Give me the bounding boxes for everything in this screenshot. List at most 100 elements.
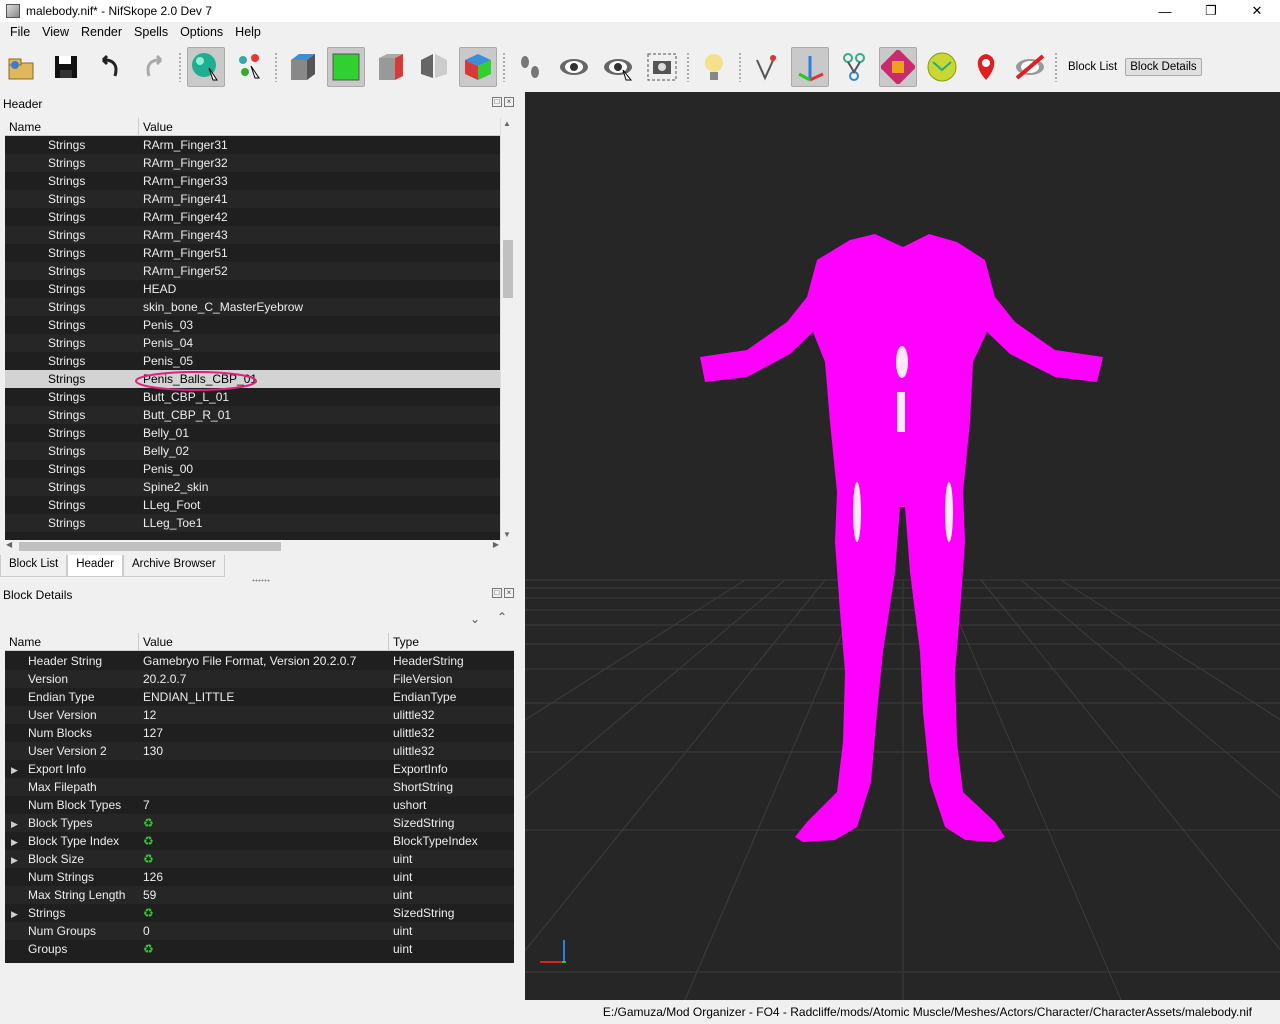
redo-icon[interactable] (135, 47, 173, 87)
details-row-value[interactable]: 126 (139, 868, 389, 886)
header-row-value[interactable]: LLeg_Foot (139, 496, 500, 514)
header-row[interactable]: Strings Butt_CBP_R_01 (5, 406, 500, 424)
expand-arrow-icon[interactable]: ▶ (11, 761, 21, 778)
header-row-value[interactable]: RArm_Finger43 (139, 226, 500, 244)
walk-mode-icon[interactable] (511, 47, 549, 87)
col-type[interactable]: Type (389, 633, 514, 650)
load-icon[interactable] (3, 47, 41, 87)
expand-arrow-icon[interactable]: ▶ (11, 833, 21, 850)
header-row[interactable]: Strings RArm_Finger51 (5, 244, 500, 262)
header-hscroll-thumb[interactable] (19, 542, 281, 551)
details-row-value[interactable]: 59 (139, 886, 389, 904)
details-row[interactable]: Max String Length 59 uint (5, 886, 514, 904)
header-row[interactable]: Strings HEAD (5, 280, 500, 298)
details-row-value[interactable]: 127 (139, 724, 389, 742)
float-icon[interactable]: □ (492, 97, 502, 107)
close-button[interactable]: ✕ (1234, 0, 1280, 22)
header-row-value[interactable]: RArm_Finger42 (139, 208, 500, 226)
view-user-icon[interactable] (415, 47, 453, 87)
array-refresh-icon[interactable]: ♻ (143, 816, 154, 830)
details-row[interactable]: Num Groups 0 uint (5, 922, 514, 940)
expand-arrow-icon[interactable]: ▶ (11, 905, 21, 922)
header-row[interactable]: Strings RArm_Finger52 (5, 262, 500, 280)
skeleton-icon[interactable] (835, 47, 873, 87)
show-nodes-icon[interactable] (599, 47, 637, 87)
header-row-value[interactable]: RArm_Finger52 (139, 262, 500, 280)
markers-icon[interactable] (967, 47, 1005, 87)
col-name-2[interactable]: Name (5, 633, 139, 650)
header-row[interactable]: Strings LLeg_Foot (5, 496, 500, 514)
header-row-value[interactable]: RArm_Finger33 (139, 172, 500, 190)
array-refresh-icon[interactable]: ♻ (143, 906, 154, 920)
header-row-value[interactable]: RArm_Finger31 (139, 136, 500, 154)
col-value[interactable]: Value (139, 118, 500, 135)
save-icon[interactable] (47, 47, 85, 87)
details-row-value[interactable]: ♻ (139, 832, 389, 850)
scroll-up-icon[interactable]: ▲ (503, 119, 511, 128)
scroll-down-icon[interactable]: ▼ (503, 530, 511, 539)
header-vscrollbar[interactable]: ▲ ▼ (500, 118, 514, 540)
header-row-value[interactable]: HEAD (139, 280, 500, 298)
expand-arrow-icon[interactable]: ▶ (11, 815, 21, 832)
header-row[interactable]: Strings Belly_01 (5, 424, 500, 442)
header-row[interactable]: Strings Penis_05 (5, 352, 500, 370)
minimize-button[interactable]: — (1142, 0, 1188, 22)
header-row[interactable]: Strings Penis_03 (5, 316, 500, 334)
details-row-value[interactable]: ENDIAN_LITTLE (139, 688, 389, 706)
lighting-icon[interactable] (695, 47, 733, 87)
vertex-colors-icon[interactable] (923, 47, 961, 87)
details-row[interactable]: ▶ Block Types ♻ SizedString (5, 814, 514, 832)
view-top-icon[interactable] (283, 47, 321, 87)
details-row[interactable]: Max Filepath ShortString (5, 778, 514, 796)
details-row-value[interactable]: ♻ (139, 940, 389, 958)
header-row[interactable]: Strings RArm_Finger43 (5, 226, 500, 244)
details-row[interactable]: ▶ Strings ♻ SizedString (5, 904, 514, 922)
details-row-value[interactable]: ♻ (139, 814, 389, 832)
expand-all-icon[interactable]: ⌃ (497, 610, 507, 624)
close-icon[interactable]: × (504, 97, 514, 107)
select-object-icon[interactable] (187, 47, 225, 87)
details-row[interactable]: Groups ♻ uint (5, 940, 514, 958)
details-row-value[interactable] (139, 778, 389, 796)
flip-icon[interactable] (747, 47, 785, 87)
col-name[interactable]: Name (5, 118, 139, 135)
header-row[interactable]: Strings RArm_Finger42 (5, 208, 500, 226)
header-row[interactable]: Strings Belly_02 (5, 442, 500, 460)
array-refresh-icon[interactable]: ♻ (143, 834, 154, 848)
menu-options[interactable]: Options (174, 25, 229, 39)
hide-icon[interactable] (1011, 47, 1049, 87)
block-list-toggle[interactable]: Block List (1064, 59, 1121, 75)
header-row[interactable]: Strings RArm_Finger32 (5, 154, 500, 172)
menu-view[interactable]: View (36, 25, 75, 39)
tab-header[interactable]: Header (67, 555, 123, 577)
header-row-value[interactable]: skin_bone_C_MasterEyebrow (139, 298, 500, 316)
view-front-icon[interactable] (327, 47, 365, 87)
array-refresh-icon[interactable]: ♻ (143, 852, 154, 866)
details-row-value[interactable]: 20.2.0.7 (139, 670, 389, 688)
array-refresh-icon[interactable]: ♻ (143, 942, 154, 956)
menu-help[interactable]: Help (229, 25, 267, 39)
details-row[interactable]: Num Strings 126 uint (5, 868, 514, 886)
header-row-value[interactable]: Penis_05 (139, 352, 500, 370)
dock-splitter-grip[interactable] (252, 579, 270, 582)
details-row[interactable]: ▶ Block Size ♻ uint (5, 850, 514, 868)
view-perspective-icon[interactable] (459, 47, 497, 87)
header-row[interactable]: Strings Spine2_skin (5, 478, 500, 496)
details-row[interactable]: ▶ Block Type Index ♻ BlockTypeIndex (5, 832, 514, 850)
view-side-icon[interactable] (371, 47, 409, 87)
collapse-all-icon[interactable]: ⌄ (470, 612, 480, 626)
tab-archive-browser[interactable]: Archive Browser (122, 555, 225, 577)
block-details-toggle[interactable]: Block Details (1125, 58, 1202, 76)
header-row[interactable]: Strings LLeg_Toe1 (5, 514, 500, 532)
header-row-value[interactable]: RArm_Finger51 (139, 244, 500, 262)
header-row[interactable]: Strings RArm_Finger33 (5, 172, 500, 190)
details-row-value[interactable]: ♻ (139, 904, 389, 922)
details-row-value[interactable]: ♻ (139, 850, 389, 868)
details-row-value[interactable]: Gamebryo File Format, Version 20.2.0.7 (139, 652, 389, 670)
maximize-button[interactable]: ❐ (1188, 0, 1234, 22)
float-icon-2[interactable]: □ (492, 588, 502, 598)
header-row-value[interactable]: Penis_00 (139, 460, 500, 478)
details-row-value[interactable]: 130 (139, 742, 389, 760)
header-hscrollbar[interactable]: ◀ ▶ (5, 540, 500, 553)
header-row-value[interactable]: Butt_CBP_R_01 (139, 406, 500, 424)
